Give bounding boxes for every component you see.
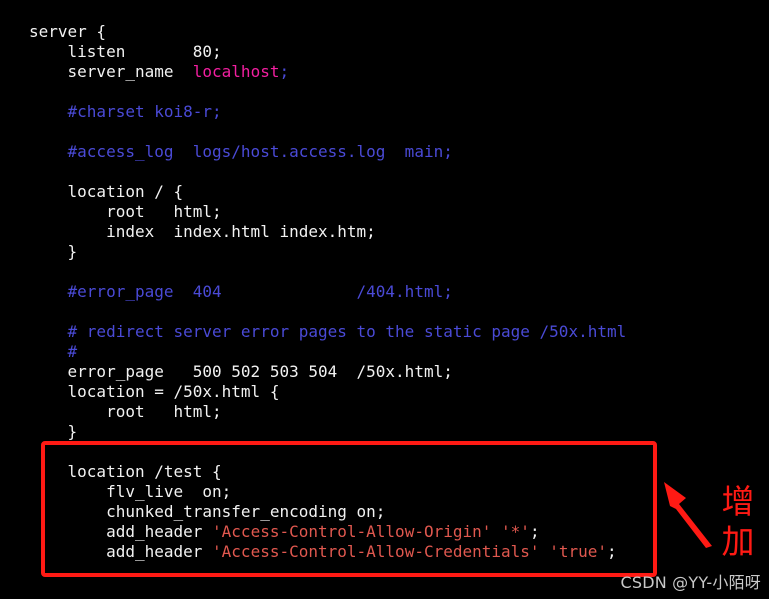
code-token: 'Access-Control-Allow-Origin' — [212, 522, 492, 541]
code-line: } — [29, 242, 626, 262]
code-line: add_header 'Access-Control-Allow-Credent… — [29, 542, 626, 562]
code-token: add_header — [29, 542, 213, 561]
code-token: #error_page 404 /404.html; — [29, 282, 453, 301]
code-token: index index.html index.htm; — [29, 222, 376, 241]
code-line: listen 80; — [29, 42, 626, 62]
code-line: root html; — [29, 402, 626, 422]
code-line: flv_live on; — [29, 482, 626, 502]
nginx-config-code-block[interactable]: server { listen 80; server_name localhos… — [29, 22, 626, 562]
code-line: #charset koi8-r; — [29, 102, 626, 122]
code-line: error_page 500 502 503 504 /50x.html; — [29, 362, 626, 382]
code-line: root html; — [29, 202, 626, 222]
code-line: # — [29, 342, 626, 362]
code-line: chunked_transfer_encoding on; — [29, 502, 626, 522]
code-token: ; — [529, 522, 540, 541]
code-token: server { — [29, 22, 107, 41]
code-token: root html; — [29, 202, 222, 221]
code-token: localhost — [192, 62, 280, 81]
annotation-arrow-icon — [664, 482, 712, 548]
code-token: location / { — [29, 182, 184, 201]
annotation-label-add: 增 加 — [721, 482, 755, 561]
code-line: # redirect server error pages to the sta… — [29, 322, 627, 342]
code-token: } — [29, 242, 78, 261]
code-line: #access_log logs/host.access.log main; — [29, 142, 626, 162]
code-token: error_page 500 502 503 504 /50x.html; — [29, 362, 453, 381]
watermark-text: CSDN @YY-小陌呀 — [620, 573, 761, 592]
code-token: 'Access-Control-Allow-Credentials' — [212, 542, 540, 561]
code-token: #charset koi8-r; — [29, 102, 222, 121]
code-line: location = /50x.html { — [29, 382, 626, 402]
code-token: location /test { — [29, 462, 222, 481]
code-token: location = /50x.html { — [29, 382, 280, 401]
code-token: flv_live on; — [29, 482, 232, 501]
code-token: # redirect server error pages to the sta… — [29, 322, 627, 341]
code-line: #error_page 404 /404.html; — [29, 282, 626, 302]
code-token: chunked_transfer_encoding on; — [29, 502, 386, 521]
code-token: add_header — [29, 522, 213, 541]
code-line: server_name localhost; — [29, 62, 626, 82]
code-line: location /test { — [29, 462, 626, 482]
code-token: listen 80; — [29, 42, 222, 61]
code-line: index index.html index.htm; — [29, 222, 626, 242]
code-line: add_header 'Access-Control-Allow-Origin'… — [29, 522, 626, 542]
code-line: } — [29, 422, 626, 442]
code-token: # — [29, 342, 78, 361]
code-token: 'true' — [549, 542, 607, 561]
code-line: server { — [29, 22, 626, 42]
code-token: '*' — [501, 522, 530, 541]
code-line: location / { — [29, 182, 626, 202]
code-token: #access_log logs/host.access.log main; — [29, 142, 453, 161]
screenshot-root: server { listen 80; server_name localhos… — [0, 0, 769, 599]
code-token: ; — [606, 542, 617, 561]
code-token: root html; — [29, 402, 222, 421]
code-token: } — [29, 422, 78, 441]
code-token: server_name — [29, 62, 193, 81]
code-token: ; — [279, 62, 290, 81]
